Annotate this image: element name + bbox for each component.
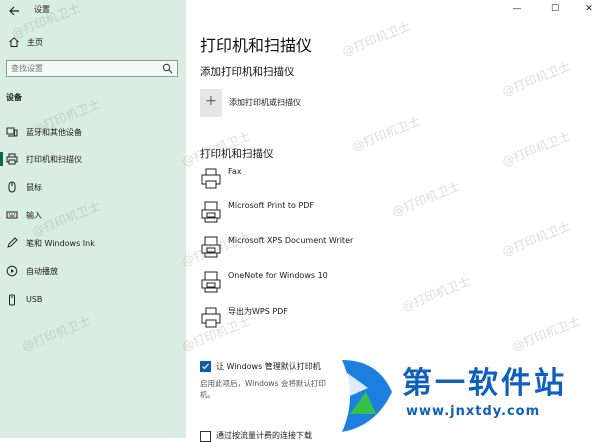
printer-name: OneNote for Windows 10 xyxy=(228,271,328,280)
search-icon[interactable] xyxy=(162,63,173,74)
printer-name: Microsoft Print to PDF xyxy=(228,201,315,210)
logo-text: 第一软件站 xyxy=(402,366,567,401)
printer-name: Microsoft XPS Document Writer xyxy=(228,236,354,245)
page-title: 打印机和扫描仪 xyxy=(200,36,313,55)
plus-icon: + xyxy=(205,93,217,109)
titlebar: 设置 xyxy=(0,0,186,22)
minimize-button[interactable]: — xyxy=(508,2,526,16)
sidebar-item-usb[interactable]: USB xyxy=(0,290,186,310)
printer-icon xyxy=(201,307,221,328)
sidebar-item-printers[interactable]: 打印机和扫描仪 xyxy=(0,149,186,169)
printer-item-wps-pdf[interactable]: 导出为WPS PDF xyxy=(200,306,580,332)
search-box[interactable] xyxy=(6,60,178,77)
sidebar-item-pen[interactable]: 笔和 Windows Ink xyxy=(0,233,186,253)
app-title: 设置 xyxy=(34,5,50,14)
sidebar-item-label: 自动播放 xyxy=(26,267,58,276)
usb-icon xyxy=(9,294,15,306)
close-button[interactable]: ✕ xyxy=(580,2,598,16)
site-logo: 第一软件站 www.jnxtdy.com xyxy=(336,356,600,438)
fax-icon xyxy=(201,168,221,189)
bluetooth-icon xyxy=(6,127,18,137)
home-icon xyxy=(9,37,19,47)
search-input[interactable] xyxy=(11,61,156,76)
printers-section-heading: 打印机和扫描仪 xyxy=(200,148,274,160)
checkmark-icon xyxy=(202,363,209,370)
sidebar-item-mouse[interactable]: 鼠标 xyxy=(0,177,186,197)
printer-item-print-to-pdf[interactable]: Microsoft Print to PDF xyxy=(200,201,580,227)
printer-name: 导出为WPS PDF xyxy=(228,307,288,316)
keyboard-icon xyxy=(6,211,18,219)
add-printer-button[interactable]: + xyxy=(200,89,222,117)
maximize-button[interactable]: ☐ xyxy=(546,2,564,16)
sidebar-item-input[interactable]: 输入 xyxy=(0,205,186,225)
printer-item-onenote[interactable]: OneNote for Windows 10 xyxy=(200,271,580,297)
printer-icon xyxy=(201,271,221,293)
manage-default-label[interactable]: 让 Windows 管理默认打印机 xyxy=(216,361,321,372)
sidebar-item-label: USB xyxy=(26,295,43,304)
printer-icon xyxy=(6,153,18,165)
back-arrow-icon xyxy=(9,6,19,16)
autoplay-icon xyxy=(6,265,18,277)
sidebar-item-bluetooth[interactable]: 蓝牙和其他设备 xyxy=(0,122,186,142)
printer-name: Fax xyxy=(228,167,242,176)
sidebar-item-label: 蓝牙和其他设备 xyxy=(26,128,82,137)
sidebar-item-label: 主页 xyxy=(27,38,43,47)
sidebar-item-label: 输入 xyxy=(26,211,42,220)
manage-default-description: 启用此项后，Windows 会将默认打印机。 xyxy=(200,379,326,399)
metered-download-checkbox[interactable] xyxy=(200,431,211,442)
sidebar-item-label: 笔和 Windows Ink xyxy=(26,239,95,248)
add-section-heading: 添加打印机和扫描仪 xyxy=(200,66,295,78)
printer-item-xps-writer[interactable]: Microsoft XPS Document Writer xyxy=(200,236,580,262)
printer-item-fax[interactable]: Fax xyxy=(200,167,580,193)
sidebar-item-home[interactable]: 主页 xyxy=(0,34,186,52)
printer-icon xyxy=(201,201,221,223)
printer-icon xyxy=(201,236,221,258)
manage-default-checkbox[interactable] xyxy=(200,361,211,372)
add-printer-label[interactable]: 添加打印机或扫描仪 xyxy=(229,97,301,108)
pen-icon xyxy=(7,237,18,248)
metered-download-label[interactable]: 通过按流量计费的连接下载 xyxy=(216,430,312,441)
sidebar-item-label: 打印机和扫描仪 xyxy=(26,155,82,164)
section-heading: 设备 xyxy=(6,93,22,102)
logo-url: www.jnxtdy.com xyxy=(406,404,541,419)
mouse-icon xyxy=(8,181,16,193)
sidebar-item-autoplay[interactable]: 自动播放 xyxy=(0,261,186,281)
back-button[interactable] xyxy=(6,3,22,19)
sidebar: 设置 主页 设备 蓝牙和其他设备 打印机和扫描仪 xyxy=(0,0,186,438)
logo-arrow-icon xyxy=(342,360,392,432)
sidebar-item-label: 鼠标 xyxy=(26,183,42,192)
